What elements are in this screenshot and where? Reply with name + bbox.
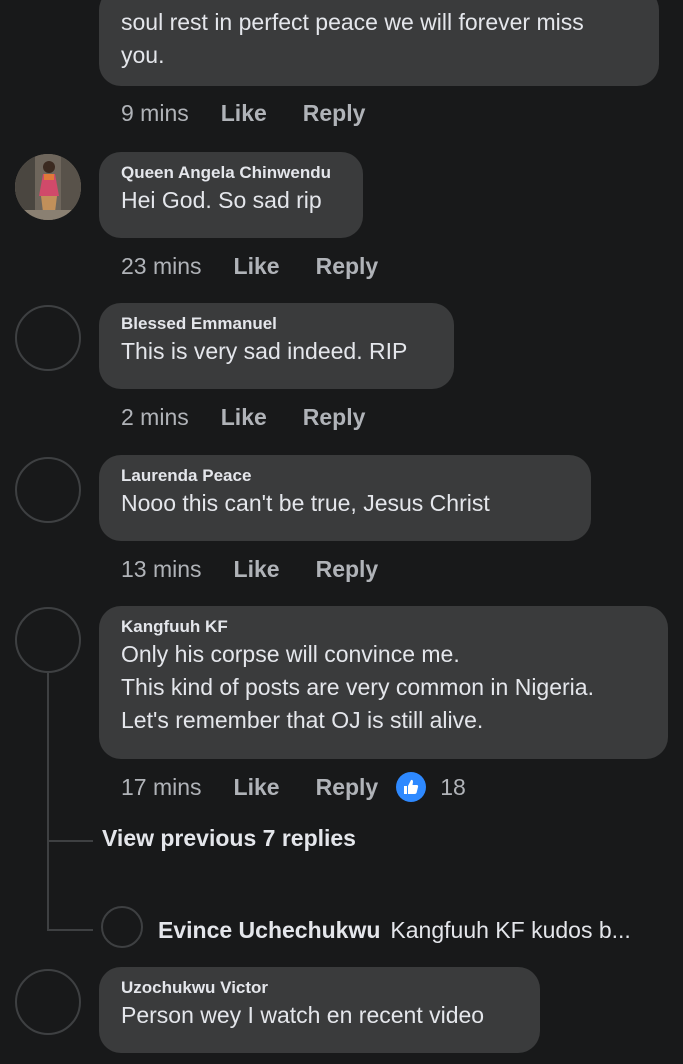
reaction-count: 18 <box>440 773 466 800</box>
comment-text-line: you. <box>121 42 165 68</box>
comment-author[interactable]: Kangfuuh KF <box>121 616 646 638</box>
comment-author[interactable]: Uzochukwu Victor <box>121 977 518 999</box>
reply-button[interactable]: Reply <box>316 253 379 280</box>
comment-bubble: Blessed Emmanuel This is very sad indeed… <box>99 303 454 389</box>
profile-photo <box>15 154 81 220</box>
comment-actions: 9 mins Like Reply <box>121 97 401 129</box>
comment-timestamp[interactable]: 2 mins <box>121 404 189 431</box>
reply-button[interactable]: Reply <box>303 100 366 127</box>
comment-bubble: Kangfuuh KF Only his corpse will convinc… <box>99 606 668 759</box>
comment-bubble: Uzochukwu Victor Person wey I watch en r… <box>99 967 540 1053</box>
like-button[interactable]: Like <box>221 100 267 127</box>
view-previous-replies-link[interactable]: View previous 7 replies <box>102 825 356 852</box>
reply-thread-branch <box>47 840 93 842</box>
reply-button[interactable]: Reply <box>316 774 379 801</box>
avatar[interactable] <box>15 457 81 523</box>
avatar[interactable] <box>15 969 81 1035</box>
comment-timestamp[interactable]: 9 mins <box>121 100 189 127</box>
like-button[interactable]: Like <box>234 253 280 280</box>
comment-text-line: Nooo this can't be true, Jesus Christ <box>121 490 490 516</box>
comment-text-line: Let's remember that OJ is still alive. <box>121 707 484 733</box>
reaction-summary[interactable]: 18 <box>396 772 466 802</box>
comment-text-line: Hei God. So sad rip <box>121 187 322 213</box>
comment-text-line: Person wey I watch en recent video <box>121 1002 485 1028</box>
comment-author[interactable]: Laurenda Peace <box>121 465 569 487</box>
comment-timestamp[interactable]: 13 mins <box>121 556 202 583</box>
reply-author: Evince Uchechukwu <box>158 917 381 943</box>
avatar[interactable] <box>15 305 81 371</box>
comment-author[interactable]: Blessed Emmanuel <box>121 313 432 335</box>
like-button[interactable]: Like <box>234 556 280 583</box>
reply-button[interactable]: Reply <box>316 556 379 583</box>
comment-text-line: This kind of posts are very common in Ni… <box>121 674 594 700</box>
comment-actions: 2 mins Like Reply <box>121 401 401 433</box>
reply-thread-line <box>47 673 49 931</box>
thumbs-up-icon <box>396 772 427 802</box>
reply-preview[interactable]: Evince Uchechukwu Kangfuuh KF kudos b... <box>158 914 631 946</box>
reply-button[interactable]: Reply <box>303 404 366 431</box>
avatar[interactable] <box>15 607 81 673</box>
comment-timestamp[interactable]: 23 mins <box>121 253 202 280</box>
comment-text-line: soul rest in perfect peace we will forev… <box>121 9 584 35</box>
comment-timestamp[interactable]: 17 mins <box>121 774 202 801</box>
reply-thread-branch <box>47 929 93 931</box>
comment-actions: 23 mins Like Reply <box>121 250 414 282</box>
comment-actions: 17 mins Like Reply 18 <box>121 771 466 803</box>
comment-text-line: Only his corpse will convince me. <box>121 641 460 667</box>
comment-text-line: This is very sad indeed. RIP <box>121 338 408 364</box>
avatar[interactable] <box>15 154 81 220</box>
comment-bubble: Laurenda Peace Nooo this can't be true, … <box>99 455 591 541</box>
reply-avatar[interactable] <box>101 906 143 948</box>
like-button[interactable]: Like <box>221 404 267 431</box>
reply-snippet: Kangfuuh KF kudos b... <box>390 917 631 943</box>
comment-actions: 13 mins Like Reply <box>121 553 414 585</box>
like-button[interactable]: Like <box>234 774 280 801</box>
comment-bubble: Queen Angela Chinwendu Hei God. So sad r… <box>99 152 363 238</box>
comment-bubble: soul rest in perfect peace we will forev… <box>99 0 659 86</box>
comment-author[interactable]: Queen Angela Chinwendu <box>121 162 341 184</box>
